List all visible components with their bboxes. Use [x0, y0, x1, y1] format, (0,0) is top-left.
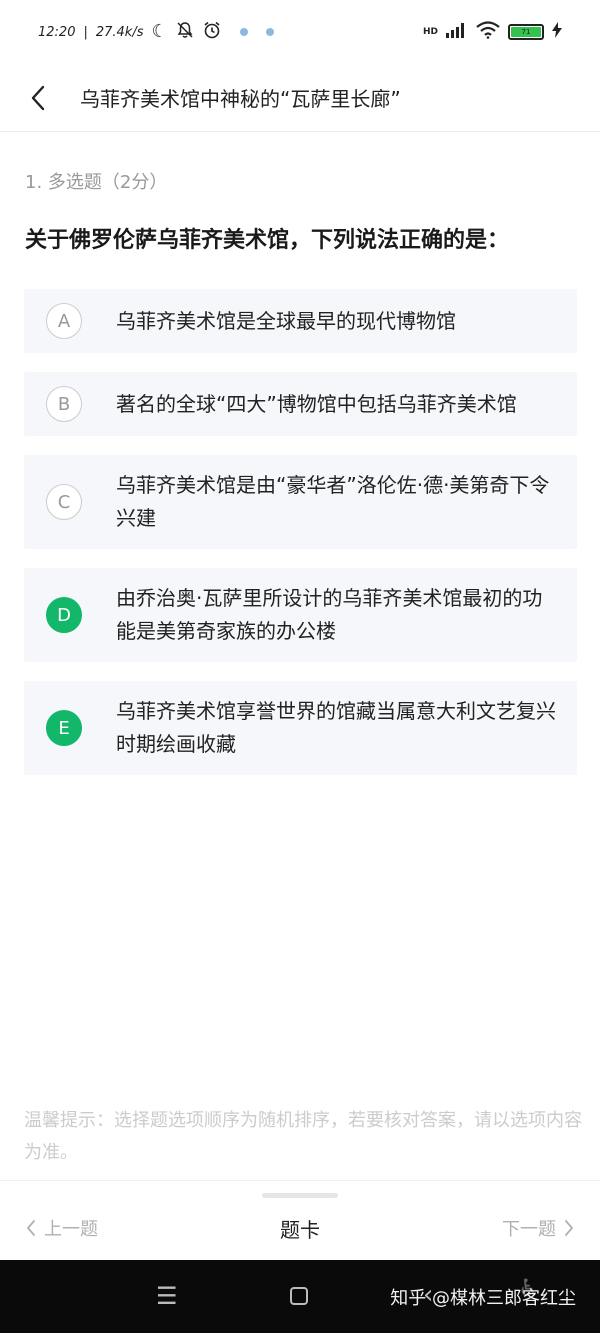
- drag-handle[interactable]: [262, 1193, 338, 1198]
- prev-label: 上一题: [44, 1219, 98, 1240]
- option-letter: B: [46, 386, 82, 422]
- option-text: 乌菲齐美术馆是由“豪华者”洛伦佐·德·美第奇下令兴建: [116, 473, 550, 530]
- option-text: 乌菲齐美术馆享誉世界的馆藏当属意大利文艺复兴时期绘画收藏: [116, 699, 556, 756]
- question-text: 关于佛罗伦萨乌菲齐美术馆，下列说法正确的是：: [25, 228, 510, 253]
- battery-icon: 71: [508, 24, 544, 40]
- hd-label: HD: [422, 26, 438, 37]
- option-letter: E: [46, 710, 82, 746]
- option-letter: A: [46, 303, 82, 339]
- option-text: 著名的全球“四大”博物馆中包括乌菲齐美术馆: [116, 391, 517, 416]
- option-a[interactable]: A 乌菲齐美术馆是全球最早的现代博物馆: [24, 289, 577, 353]
- signal-icon: [446, 22, 468, 42]
- home-icon[interactable]: [290, 1287, 308, 1305]
- chevron-left-icon: [26, 1220, 35, 1236]
- question-card-button[interactable]: 题卡: [280, 1218, 320, 1242]
- watermark: 知乎 @楳林三郎客红尘: [390, 1288, 576, 1309]
- next-label: 下一题: [502, 1219, 556, 1240]
- battery-level: 71: [511, 27, 541, 37]
- network-speed: 27.4k/s: [95, 24, 144, 40]
- bell-off-icon: [176, 21, 194, 43]
- options-list: A 乌菲齐美术馆是全球最早的现代博物馆 B 著名的全球“四大”博物馆中包括乌菲齐…: [24, 289, 577, 794]
- option-letter: D: [46, 597, 82, 633]
- option-letter: C: [46, 484, 82, 520]
- status-divider: |: [83, 24, 88, 40]
- option-e[interactable]: E 乌菲齐美术馆享誉世界的馆藏当属意大利文艺复兴时期绘画收藏: [24, 681, 577, 775]
- wifi-icon: [476, 21, 500, 43]
- option-text: 乌菲齐美术馆是全球最早的现代博物馆: [116, 308, 456, 333]
- notification-dot: [239, 28, 248, 36]
- option-c[interactable]: C 乌菲齐美术馆是由“豪华者”洛伦佐·德·美第奇下令兴建: [24, 455, 577, 549]
- status-right: HD 71: [423, 21, 562, 43]
- system-nav-bar: ☰ ‹ ♿ 知乎 @楳林三郎客红尘: [0, 1260, 600, 1333]
- next-question-button[interactable]: 下一题: [502, 1215, 574, 1241]
- question-meta: 1. 多选题（2分）: [25, 172, 168, 193]
- bottom-bar: 上一题 题卡 下一题: [0, 1180, 600, 1260]
- alarm-icon: [202, 20, 222, 44]
- chevron-right-icon: [565, 1220, 574, 1236]
- moon-icon: ☾: [151, 21, 168, 42]
- hint-text: 温馨提示：选择题选项顺序为随机排序，若要核对答案，请以选项内容为准。: [24, 1110, 582, 1163]
- charging-icon: [552, 22, 562, 42]
- chevron-left-icon: [31, 85, 45, 110]
- option-text: 由乔治奥·瓦萨里所设计的乌菲齐美术馆最初的功能是美第奇家族的办公楼: [116, 586, 543, 643]
- option-d[interactable]: D 由乔治奥·瓦萨里所设计的乌菲齐美术馆最初的功能是美第奇家族的办公楼: [24, 568, 577, 662]
- prev-question-button[interactable]: 上一题: [26, 1215, 98, 1241]
- status-time: 12:20: [38, 24, 76, 40]
- nav-header: 乌菲齐美术馆中神秘的“瓦萨里长廊”: [0, 64, 600, 132]
- notification-dot: [265, 28, 274, 36]
- page-title: 乌菲齐美术馆中神秘的“瓦萨里长廊”: [80, 87, 401, 111]
- status-left: 12:20 | 27.4k/s ☾: [38, 20, 274, 44]
- option-b[interactable]: B 著名的全球“四大”博物馆中包括乌菲齐美术馆: [24, 372, 577, 436]
- back-button[interactable]: [0, 64, 80, 132]
- status-bar: 12:20 | 27.4k/s ☾ HD 71: [0, 0, 600, 64]
- menu-icon[interactable]: ☰: [156, 1282, 178, 1310]
